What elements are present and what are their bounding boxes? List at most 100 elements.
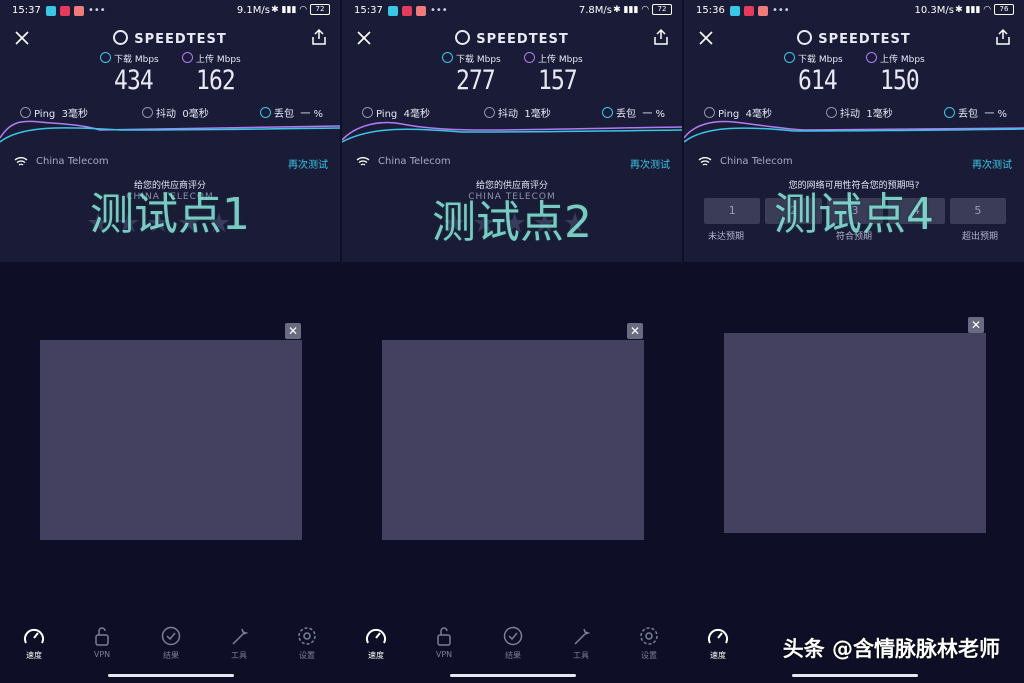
nav-speed[interactable]: 速度 [14, 626, 54, 661]
upload-value: 162 [196, 65, 236, 96]
upload-icon [866, 52, 877, 63]
home-indicator[interactable] [108, 674, 234, 677]
share-icon[interactable] [310, 28, 328, 46]
brand-watermark: 头条 @含情脉脉林老师 [782, 637, 1000, 661]
app-notification-icon [744, 5, 754, 16]
rating-option-4[interactable]: 4 [888, 198, 945, 224]
lock-icon [437, 627, 451, 646]
ad-close-icon[interactable]: ✕ [627, 323, 643, 339]
battery-icon: 76 [994, 4, 1014, 15]
nav-tools-label: 工具 [573, 651, 589, 660]
app-notification-icon [60, 5, 70, 16]
ping-icon [704, 107, 715, 118]
check-circle-icon [161, 626, 181, 646]
upload-label: 上传 Mbps [866, 52, 925, 65]
nav-vpn-label: VPN [93, 650, 111, 659]
loss-icon [260, 107, 271, 118]
star-icon[interactable]: ★ [442, 208, 466, 239]
more-notifications-icon: ••• [88, 5, 106, 16]
star-icon[interactable]: ★ [177, 208, 201, 239]
ad-placeholder[interactable] [40, 340, 302, 540]
gear-icon [640, 627, 658, 645]
nav-speed[interactable]: 速度 [356, 626, 396, 661]
upload-label-text: 上传 Mbps [196, 55, 241, 65]
star-icon[interactable]: ★ [563, 208, 587, 239]
ping-icon [20, 107, 31, 118]
bottom-nav: 速度 VPN 结果 工具 设置 [0, 620, 340, 665]
nav-vpn[interactable]: VPN [82, 626, 122, 659]
nav-speed[interactable]: 速度 [698, 626, 738, 661]
download-label-text: 下载 Mbps [114, 55, 159, 65]
status-bar: 15:36 ••• 10.3M/s ✱ ▮▮▮ ◠ 76 [684, 0, 1024, 22]
check-circle-icon [503, 626, 523, 646]
wifi-icon [698, 157, 712, 166]
star-icon[interactable]: ★ [207, 208, 231, 239]
star-icon[interactable]: ★ [472, 208, 496, 239]
ping-icon [362, 107, 373, 118]
star-icon[interactable]: ★ [116, 208, 140, 239]
nav-results[interactable]: 结果 [151, 626, 191, 661]
ad-close-icon[interactable]: ✕ [285, 323, 301, 339]
nav-settings[interactable]: 设置 [287, 626, 327, 661]
upload-value: 157 [538, 65, 578, 96]
home-indicator[interactable] [792, 674, 918, 677]
share-icon[interactable] [652, 28, 670, 46]
nav-settings[interactable]: 设置 [629, 626, 669, 661]
ad-close-icon[interactable]: ✕ [968, 317, 984, 333]
app-notification-icon [388, 5, 398, 16]
rating-prompt: 给您的供应商评分 [475, 181, 548, 191]
nav-results[interactable]: 结果 [493, 626, 533, 661]
rating-option-3[interactable]: 3 [826, 198, 884, 224]
status-bar: 15:37 ••• 7.8M/s ✱ ▮▮▮ ◠ 72 [342, 0, 682, 22]
upload-label: 上传 Mbps [524, 52, 583, 65]
nav-tools[interactable]: 工具 [219, 626, 259, 661]
star-icon[interactable]: ★ [533, 208, 557, 239]
upload-icon [182, 52, 193, 63]
nav-tools-label: 工具 [231, 651, 247, 660]
ad-placeholder[interactable] [724, 333, 986, 533]
star-icon[interactable]: ★ [502, 208, 526, 239]
retest-button[interactable]: 再次测试 [288, 156, 328, 171]
isp-name: China Telecom [720, 156, 793, 167]
nav-tools[interactable]: 工具 [561, 626, 601, 661]
star-icon[interactable]: ★ [146, 208, 170, 239]
speedtest-logo: SPEEDTEST [0, 30, 340, 47]
notification-icons: ••• [46, 5, 106, 17]
gauge-icon [455, 30, 471, 45]
star-rating[interactable]: ★ ★ ★ ★ ★ [86, 208, 256, 239]
star-rating[interactable]: ★ ★ ★ ★ ★ [442, 208, 612, 239]
speed-gauge-icon [24, 628, 44, 644]
logo-text: SPEEDTEST [818, 32, 911, 47]
isp-name: China Telecom [36, 156, 109, 167]
rating-prompt-sub: CHINA TELECOM [468, 192, 556, 202]
download-label-text: 下载 Mbps [456, 55, 501, 65]
nav-speed-label: 速度 [26, 651, 42, 660]
nav-vpn[interactable]: VPN [424, 626, 464, 659]
download-icon [100, 52, 111, 63]
speed-graph [0, 120, 340, 143]
wifi-icon [356, 157, 370, 166]
rating-option-2[interactable]: 2 [765, 198, 822, 224]
home-indicator[interactable] [450, 674, 576, 677]
loss-icon [944, 107, 955, 118]
notification-icons: ••• [388, 5, 448, 17]
download-label: 下载 Mbps [100, 52, 159, 65]
gear-icon [298, 627, 316, 645]
app-notification-icon [74, 5, 84, 16]
signal-icons: ✱ ▮▮▮ ◠ 72 [271, 4, 330, 15]
retest-button[interactable]: 再次测试 [630, 156, 670, 171]
ad-placeholder[interactable] [382, 340, 644, 540]
rating-option-1[interactable]: 1 [704, 198, 761, 224]
magic-wand-icon [232, 628, 249, 645]
retest-button[interactable]: 再次测试 [972, 156, 1012, 171]
share-icon[interactable] [994, 28, 1012, 46]
status-time: 15:36 [696, 5, 725, 16]
star-icon[interactable]: ★ [86, 208, 110, 239]
download-label-text: 下载 Mbps [798, 55, 843, 65]
speedtest-logo: SPEEDTEST [342, 30, 682, 47]
jitter-icon [826, 107, 837, 118]
status-time: 15:37 [12, 5, 41, 16]
nav-speed-label: 速度 [368, 651, 384, 660]
rating-option-5[interactable]: 5 [949, 198, 1007, 224]
speed-gauge-icon [708, 628, 728, 644]
